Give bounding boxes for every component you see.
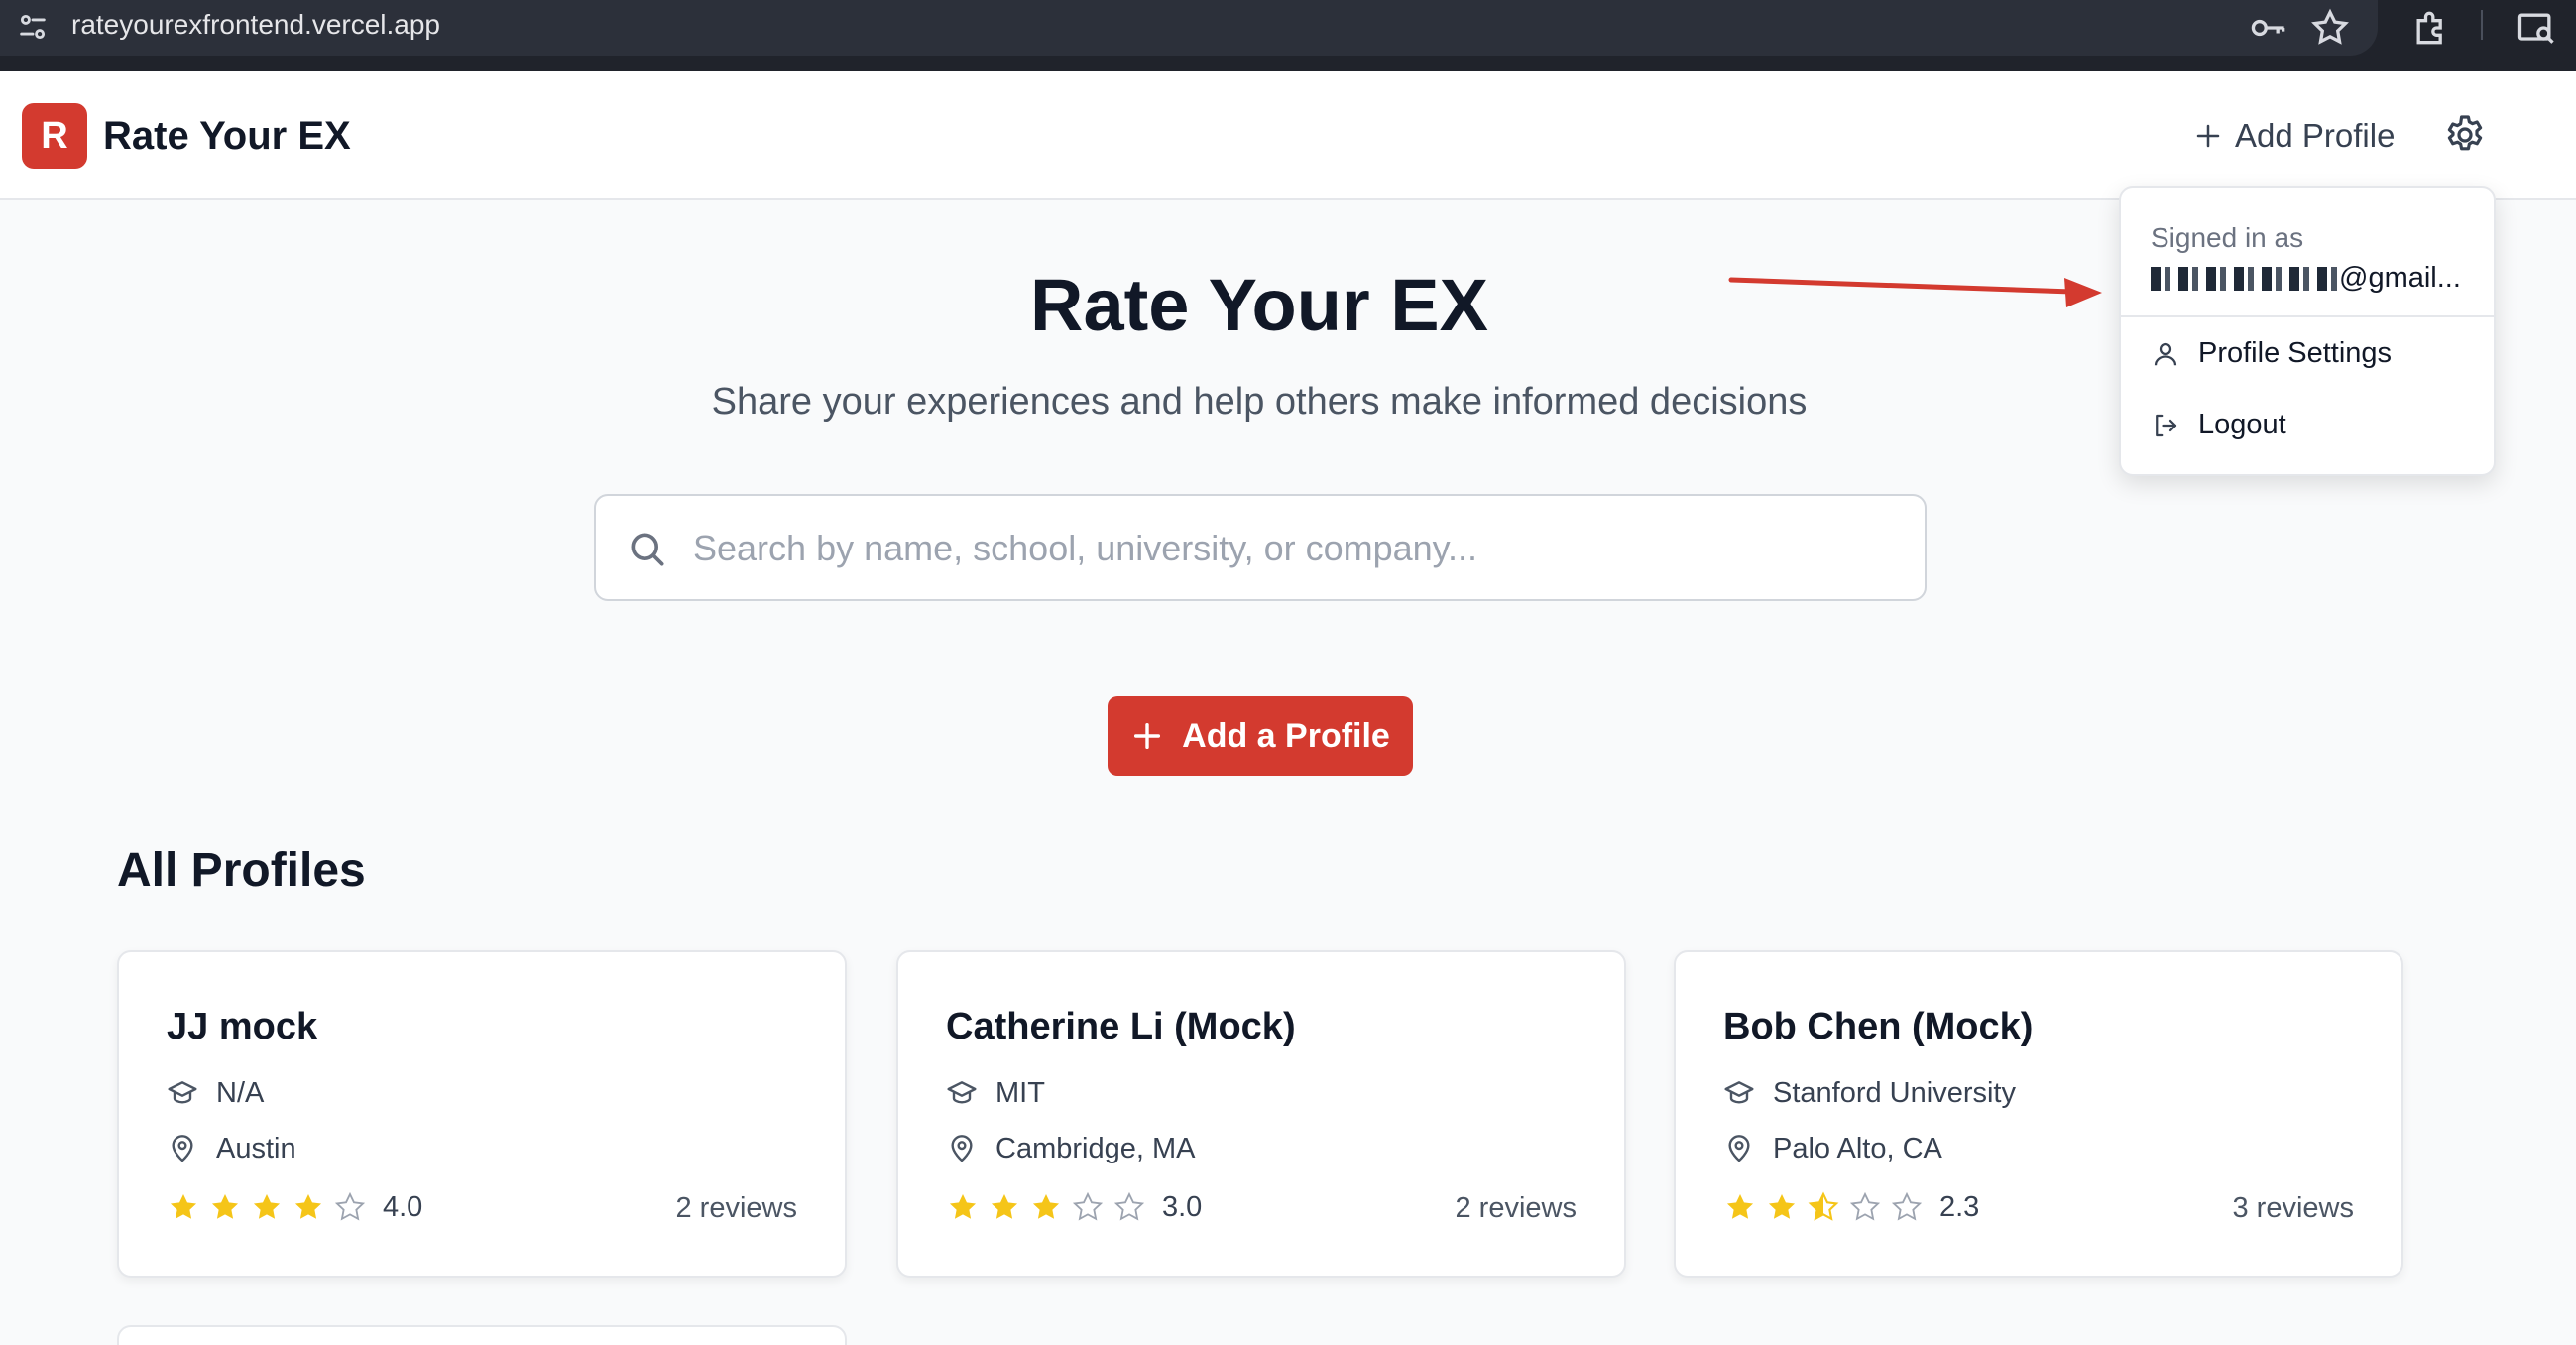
menu-item-label: Profile Settings bbox=[2198, 337, 2393, 369]
review-count: 2 reviews bbox=[1455, 1192, 1578, 1224]
graduation-cap-icon bbox=[1724, 1081, 1754, 1104]
profile-name: Bob Chen (Mock) bbox=[1723, 1006, 2034, 1047]
add-profile-button[interactable]: Add a Profile bbox=[1108, 696, 1413, 776]
profile-card[interactable]: Catherine Li (Mock) MIT Cambridge, MA 3.… bbox=[896, 950, 1626, 1278]
profile-school: Stanford University bbox=[1773, 1077, 2016, 1109]
menu-item-label: Logout bbox=[2198, 409, 2286, 440]
star-rating: 3.0 bbox=[946, 1190, 1202, 1224]
star-half-icon bbox=[1808, 1191, 1839, 1221]
map-pin-icon bbox=[172, 1135, 193, 1162]
star-filled-icon bbox=[211, 1193, 239, 1219]
star-empty-icon bbox=[1849, 1191, 1881, 1221]
profile-location-row: Austin bbox=[167, 1131, 296, 1166]
map-pin-icon bbox=[951, 1135, 973, 1162]
profile-location-row: Palo Alto, CA bbox=[1723, 1131, 1942, 1166]
star-filled-icon bbox=[1726, 1193, 1754, 1219]
rating-value: 2.3 bbox=[1939, 1190, 1980, 1223]
plus-icon bbox=[1134, 722, 1161, 750]
header-add-profile-button[interactable]: Add Profile bbox=[2193, 111, 2395, 161]
star-empty-icon bbox=[1891, 1191, 1923, 1221]
profile-location-row: Cambridge, MA bbox=[946, 1131, 1195, 1166]
review-count: 3 reviews bbox=[2232, 1192, 2355, 1224]
reader-mode-icon[interactable] bbox=[2515, 6, 2558, 50]
profile-card[interactable]: JJ mock N/A Austin 4.0 2 reviews bbox=[117, 950, 847, 1278]
search-box[interactable] bbox=[594, 494, 1927, 601]
menu-item-profile-settings[interactable]: Profile Settings bbox=[2151, 337, 2392, 370]
profile-school-row: MIT bbox=[946, 1075, 1045, 1111]
stars-group bbox=[1723, 1190, 1924, 1224]
plus-icon bbox=[2196, 124, 2220, 148]
annotation-arrow-icon bbox=[1728, 277, 2102, 307]
stars-group bbox=[946, 1190, 1146, 1224]
stars-group bbox=[167, 1190, 367, 1224]
star-empty-icon bbox=[1072, 1191, 1104, 1221]
profile-location: Austin bbox=[216, 1133, 296, 1164]
profile-location: Palo Alto, CA bbox=[1773, 1133, 1942, 1164]
profile-school: N/A bbox=[216, 1077, 265, 1109]
gear-icon[interactable] bbox=[2441, 111, 2489, 159]
app-header: R Rate Your EX Add Profile bbox=[0, 71, 2576, 200]
star-empty-icon bbox=[1113, 1191, 1145, 1221]
logout-icon bbox=[2156, 414, 2177, 436]
star-filled-icon bbox=[253, 1193, 281, 1219]
site-info-icon[interactable] bbox=[16, 10, 50, 44]
star-filled-icon bbox=[294, 1193, 322, 1219]
email-domain: @gmail... bbox=[2339, 262, 2461, 294]
user-icon bbox=[2154, 342, 2177, 365]
star-filled-icon bbox=[1032, 1193, 1060, 1219]
star-filled-icon bbox=[170, 1193, 197, 1219]
key-icon[interactable] bbox=[2247, 6, 2290, 50]
star-filled-icon bbox=[1768, 1193, 1796, 1219]
menu-divider bbox=[2121, 315, 2494, 317]
app-title[interactable]: Rate Your EX bbox=[103, 109, 351, 163]
profile-name: JJ mock bbox=[167, 1006, 318, 1047]
redacted-email-part bbox=[2151, 266, 2337, 291]
profile-name: Catherine Li (Mock) bbox=[946, 1006, 1296, 1047]
review-count: 2 reviews bbox=[675, 1192, 798, 1224]
star-filled-icon bbox=[949, 1193, 977, 1219]
star-rating: 2.3 bbox=[1723, 1190, 1979, 1224]
logo[interactable]: R bbox=[22, 103, 87, 169]
star-empty-icon bbox=[334, 1191, 366, 1221]
url-text[interactable]: rateyourexfrontend.vercel.app bbox=[71, 8, 440, 42]
address-bar[interactable]: rateyourexfrontend.vercel.app bbox=[0, 0, 2378, 56]
profile-school-row: Stanford University bbox=[1723, 1075, 2016, 1111]
profile-location: Cambridge, MA bbox=[995, 1133, 1196, 1164]
profile-card[interactable]: Bob Chen (Mock) Stanford University Palo… bbox=[1674, 950, 2403, 1278]
rating-value: 4.0 bbox=[383, 1190, 423, 1223]
menu-item-logout[interactable]: Logout bbox=[2151, 409, 2286, 441]
search-input[interactable] bbox=[693, 516, 1903, 581]
search-icon bbox=[631, 533, 664, 566]
rating-value: 3.0 bbox=[1162, 1190, 1203, 1223]
star-filled-icon bbox=[991, 1193, 1018, 1219]
section-title: All Profiles bbox=[117, 844, 366, 897]
star-rating: 4.0 bbox=[167, 1190, 422, 1224]
map-pin-icon bbox=[1728, 1135, 1750, 1162]
profile-card-partial[interactable] bbox=[117, 1325, 847, 1345]
profile-school-row: N/A bbox=[167, 1075, 264, 1111]
add-profile-button-label: Add a Profile bbox=[1182, 716, 1390, 755]
browser-toolbar: rateyourexfrontend.vercel.app bbox=[0, 0, 2576, 71]
bookmark-star-icon[interactable] bbox=[2308, 6, 2352, 50]
signed-in-email: @gmail... bbox=[2151, 262, 2461, 295]
signed-in-label: Signed in as bbox=[2151, 222, 2304, 253]
profile-school: MIT bbox=[995, 1077, 1045, 1109]
extensions-icon[interactable] bbox=[2409, 6, 2453, 50]
account-dropdown: Signed in as @gmail... Profile Settings … bbox=[2119, 186, 2496, 476]
graduation-cap-icon bbox=[168, 1081, 197, 1104]
toolbar-divider bbox=[2481, 10, 2483, 40]
graduation-cap-icon bbox=[947, 1081, 977, 1104]
header-add-profile-label: Add Profile bbox=[2235, 117, 2396, 154]
